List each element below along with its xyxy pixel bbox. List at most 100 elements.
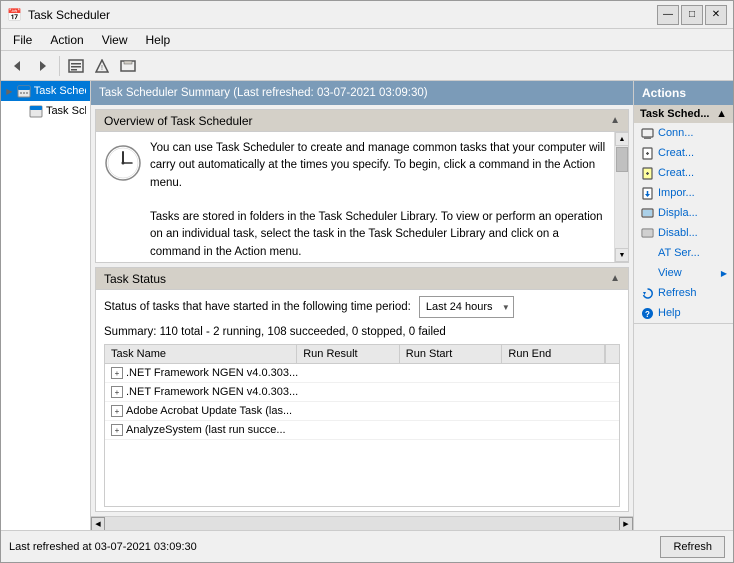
forward-button[interactable] xyxy=(31,54,55,78)
main-window: 📅 Task Scheduler — □ ✕ File Action View … xyxy=(0,0,734,563)
td-start-2 xyxy=(409,408,514,414)
td-name-1: + .NET Framework NGEN v4.0.303... xyxy=(105,383,303,401)
task-status-header: Task Status ▲ xyxy=(96,268,628,290)
action-group-label: Task Sched... xyxy=(640,108,710,120)
table-row[interactable]: + .NET Framework NGEN v4.0.303... xyxy=(105,364,619,383)
action-item-help[interactable]: ? Help xyxy=(634,303,733,323)
action-item-refresh[interactable]: Refresh xyxy=(634,283,733,303)
task-status-toggle[interactable]: ▲ xyxy=(610,273,620,284)
toolbar-btn-1[interactable] xyxy=(64,54,88,78)
action-group-header: Task Sched... ▲ xyxy=(634,105,733,123)
h-scroll-left-arrow[interactable]: ◀ xyxy=(91,517,105,531)
td-result-2 xyxy=(303,408,408,414)
action-item-creat1[interactable]: Creat... xyxy=(634,143,733,163)
scroll-track xyxy=(615,146,628,248)
table-body: + .NET Framework NGEN v4.0.303... + .NET… xyxy=(105,364,619,506)
h-scroll-right-arrow[interactable]: ▶ xyxy=(619,517,633,531)
td-start-0 xyxy=(409,370,514,376)
row-expand-icon-0[interactable]: + xyxy=(111,367,123,379)
scroll-thumb[interactable] xyxy=(616,147,628,172)
td-start-3 xyxy=(409,427,514,433)
tree-expand-icon: ▶ xyxy=(5,85,14,97)
overview-section: Overview of Task Scheduler ▲ xyxy=(95,109,629,263)
task-table: Task Name Run Result Run Start Run End +… xyxy=(104,344,620,507)
tree-item-label-sch: Task Sch... xyxy=(46,105,86,117)
action-item-view[interactable]: View ▶ xyxy=(634,263,733,283)
td-end-3 xyxy=(514,427,619,433)
action-label-atser: AT Ser... xyxy=(658,247,700,259)
table-row[interactable]: + .NET Framework NGEN v4.0.303... xyxy=(105,383,619,402)
action-label-creat1: Creat... xyxy=(658,147,694,159)
toolbar-btn-2[interactable]: ! xyxy=(90,54,114,78)
col-run-result: Run Result xyxy=(297,345,400,363)
view-submenu-arrow-icon: ▶ xyxy=(721,269,727,278)
row-name-3: AnalyzeSystem (last run succe... xyxy=(126,424,286,436)
td-name-2: + Adobe Acrobat Update Task (las... xyxy=(105,402,303,420)
action-icon-conn xyxy=(640,126,654,140)
main-area: ▶ Task Schedu... xyxy=(1,81,733,530)
center-header-text: Task Scheduler Summary (Last refreshed: … xyxy=(99,87,428,99)
back-button[interactable] xyxy=(5,54,29,78)
scroll-up-arrow[interactable]: ▲ xyxy=(615,132,628,146)
action-icon-disabl xyxy=(640,226,654,240)
overview-header: Overview of Task Scheduler ▲ xyxy=(96,110,628,132)
action-icon-view xyxy=(640,266,654,280)
clock-icon xyxy=(104,144,142,185)
menu-file[interactable]: File xyxy=(5,31,40,49)
action-item-atser[interactable]: AT Ser... xyxy=(634,243,733,263)
overview-scrollbar: ▲ ▼ xyxy=(614,132,628,262)
td-result-1 xyxy=(303,389,408,395)
period-dropdown[interactable]: Last 24 hours Last hour Last week xyxy=(419,296,514,318)
overview-toggle[interactable]: ▲ xyxy=(610,115,620,126)
td-result-0 xyxy=(303,370,408,376)
action-item-disabl[interactable]: Disabl... xyxy=(634,223,733,243)
summary-content: Summary: 110 total - 2 running, 108 succ… xyxy=(104,326,446,338)
table-row[interactable]: + AnalyzeSystem (last run succe... xyxy=(105,421,619,440)
overview-text-2: Tasks are stored in folders in the Task … xyxy=(150,211,603,258)
task-status-section: Task Status ▲ Status of tasks that have … xyxy=(95,267,629,512)
tree-item-task-sch[interactable]: Task Sch... xyxy=(1,101,90,121)
menu-action[interactable]: Action xyxy=(42,31,91,49)
toolbar-separator-1 xyxy=(59,56,60,76)
action-item-conn[interactable]: Conn... xyxy=(634,123,733,143)
action-item-creat2[interactable]: Creat... xyxy=(634,163,733,183)
minimize-button[interactable]: — xyxy=(657,5,679,25)
row-expand-icon-1[interactable]: + xyxy=(111,386,123,398)
tree-expand-icon-2 xyxy=(17,105,26,117)
row-expand-icon-3[interactable]: + xyxy=(111,424,123,436)
scroll-down-arrow[interactable]: ▼ xyxy=(615,248,628,262)
action-icon-impor xyxy=(640,186,654,200)
overview-title: Overview of Task Scheduler xyxy=(104,114,253,128)
actions-header: Actions xyxy=(634,81,733,105)
toolbar-btn-3[interactable] xyxy=(116,54,140,78)
action-label-creat2: Creat... xyxy=(658,167,694,179)
row-name-2: Adobe Acrobat Update Task (las... xyxy=(126,405,292,417)
row-expand-icon-2[interactable]: + xyxy=(111,405,123,417)
close-button[interactable]: ✕ xyxy=(705,5,727,25)
action-item-displa[interactable]: Displa... xyxy=(634,203,733,223)
left-panel: ▶ Task Schedu... xyxy=(1,81,91,530)
h-scroll-track[interactable] xyxy=(105,517,619,531)
menu-help[interactable]: Help xyxy=(138,31,179,49)
menu-bar: File Action View Help xyxy=(1,29,733,51)
td-name-0: + .NET Framework NGEN v4.0.303... xyxy=(105,364,303,382)
table-row[interactable]: + Adobe Acrobat Update Task (las... xyxy=(105,402,619,421)
overview-content: You can use Task Scheduler to create and… xyxy=(96,132,614,262)
status-refresh-button[interactable]: Refresh xyxy=(660,536,725,558)
action-label-help: Help xyxy=(658,307,681,319)
overview-text-1: You can use Task Scheduler to create and… xyxy=(150,142,605,189)
title-bar-left: 📅 Task Scheduler xyxy=(7,8,110,22)
maximize-button[interactable]: □ xyxy=(681,5,703,25)
menu-view[interactable]: View xyxy=(94,31,136,49)
period-dropdown-wrap: Last 24 hours Last hour Last week ▼ xyxy=(419,296,514,318)
status-bar-text: Last refreshed at 03-07-2021 03:09:30 xyxy=(9,541,197,553)
action-item-impor[interactable]: Impor... xyxy=(634,183,733,203)
horizontal-scrollbar: ◀ ▶ xyxy=(91,516,633,530)
tree-item-icon-scheduler xyxy=(17,83,31,99)
td-start-1 xyxy=(409,389,514,395)
right-panel: Actions Task Sched... ▲ Conn... xyxy=(633,81,733,530)
title-bar: 📅 Task Scheduler — □ ✕ xyxy=(1,1,733,29)
window-icon: 📅 xyxy=(7,8,22,22)
table-header-scroll-placeholder xyxy=(605,345,619,363)
tree-item-task-scheduler[interactable]: ▶ Task Schedu... xyxy=(1,81,90,101)
